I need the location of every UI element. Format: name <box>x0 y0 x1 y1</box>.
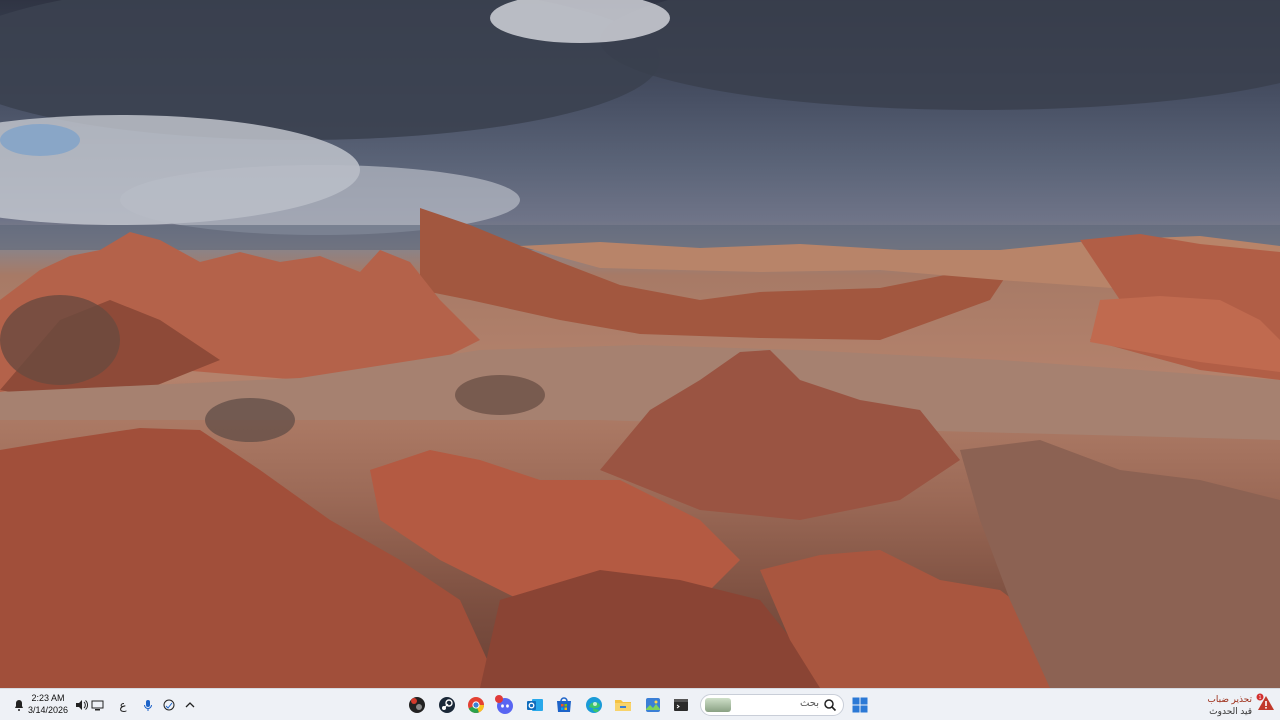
copilot-icon[interactable] <box>160 694 178 716</box>
desktop-wallpaper <box>0 0 1280 688</box>
photos-icon[interactable] <box>642 694 664 716</box>
edge-icon[interactable] <box>583 694 605 716</box>
chevron-up-icon[interactable] <box>181 694 199 716</box>
weather-badge: 1 <box>1259 695 1262 701</box>
windows-store-icon[interactable] <box>553 694 575 716</box>
search-highlight-image <box>705 698 731 712</box>
windows-start-icon[interactable] <box>849 694 871 716</box>
weather-title: تحذير ضباب <box>1207 694 1252 704</box>
app-icon-black-red[interactable] <box>406 694 428 716</box>
warning-icon: 1 <box>1256 693 1274 710</box>
language-label: ع <box>119 698 127 712</box>
weather-widget[interactable]: تحذير ضباب قيد الحدوث <box>1207 693 1252 717</box>
clock-time: 2:23 AM <box>31 693 65 703</box>
search-placeholder: بحث <box>799 698 819 709</box>
outlook-icon[interactable] <box>524 694 546 716</box>
chrome-icon[interactable] <box>465 694 487 716</box>
search-icon <box>824 699 837 712</box>
weather-subtitle: قيد الحدوث <box>1209 706 1252 716</box>
network-icon[interactable] <box>88 694 106 716</box>
search-input[interactable]: بحث <box>700 694 844 716</box>
language-icon[interactable]: ع <box>114 694 132 716</box>
microphone-icon[interactable] <box>139 694 157 716</box>
file-explorer-icon[interactable] <box>612 694 634 716</box>
desert-landscape <box>0 0 1280 688</box>
discord-icon[interactable] <box>494 694 516 716</box>
taskbar: 2:23 AM 3/14/2026 ع بحث تحذير ضباب قيد ا… <box>0 688 1280 720</box>
terminal-icon[interactable] <box>670 694 692 716</box>
clock-date: 3/14/2026 <box>28 705 69 715</box>
steam-icon[interactable] <box>436 694 458 716</box>
clock[interactable]: 2:23 AM 3/14/2026 <box>28 692 68 716</box>
notification-icon[interactable] <box>10 694 28 716</box>
